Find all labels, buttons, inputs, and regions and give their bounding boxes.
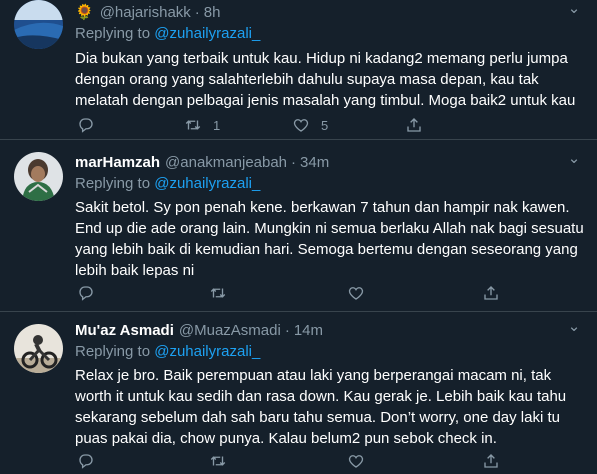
chevron-down-icon[interactable]: ⌄ bbox=[565, 1, 583, 18]
tweet-header: Mu'az Asmadi @MuazAsmadi · 14m bbox=[75, 320, 323, 340]
mention-link[interactable]: @zuhailyrazali_ bbox=[154, 175, 260, 192]
tweet-actions: 1 5 bbox=[75, 115, 505, 135]
timeline: 🌻 @hajarishakk · 8h ⌄ Replying to @zuhai… bbox=[0, 0, 597, 474]
tweet-text: Dia bukan yang terbaik untuk kau. Hidup … bbox=[75, 50, 576, 109]
chevron-down-icon[interactable]: ⌄ bbox=[565, 319, 583, 336]
tweet-actions bbox=[75, 283, 505, 303]
mention-link[interactable]: @zuhailyrazali_ bbox=[154, 25, 260, 42]
timestamp[interactable]: 34m bbox=[300, 154, 329, 171]
like-button[interactable]: 5 bbox=[292, 115, 328, 135]
sunflower-emoji: 🌻 bbox=[75, 3, 94, 21]
reply-icon bbox=[79, 454, 93, 469]
heart-icon bbox=[348, 287, 364, 300]
display-name[interactable]: Mu'az Asmadi bbox=[75, 322, 174, 339]
tweet-text: Sakit betol. Sy pon penah kene. berkawan… bbox=[75, 199, 584, 279]
reply-icon bbox=[79, 286, 93, 301]
retweet-button[interactable]: 1 bbox=[184, 115, 220, 135]
tweet-text: Relax je bro. Baik perempuan atau laki y… bbox=[75, 367, 567, 447]
chevron-down-icon[interactable]: ⌄ bbox=[565, 151, 583, 168]
reply-button[interactable] bbox=[77, 283, 95, 303]
like-button[interactable] bbox=[347, 283, 376, 303]
retweet-icon bbox=[210, 288, 226, 298]
mention-link[interactable]: @zuhailyrazali_ bbox=[154, 343, 260, 360]
replying-prefix: Replying to bbox=[75, 175, 155, 192]
timestamp[interactable]: 8h bbox=[204, 4, 221, 21]
user-handle[interactable]: @hajarishakk bbox=[100, 4, 191, 21]
like-count: 5 bbox=[321, 117, 329, 133]
share-button[interactable] bbox=[482, 283, 500, 303]
tweet[interactable]: Mu'az Asmadi @MuazAsmadi · 14m ⌄ Replyin… bbox=[0, 312, 597, 474]
tweet-header: 🌻 @hajarishakk · 8h bbox=[75, 2, 220, 22]
reply-button[interactable] bbox=[77, 451, 95, 471]
tweet-actions bbox=[75, 451, 505, 471]
tweet[interactable]: 🌻 @hajarishakk · 8h ⌄ Replying to @zuhai… bbox=[0, 0, 597, 140]
replying-to: Replying to @zuhailyrazali_ bbox=[75, 343, 260, 360]
like-button[interactable] bbox=[347, 451, 376, 471]
retweet-count: 1 bbox=[213, 117, 221, 133]
retweet-button[interactable] bbox=[209, 283, 238, 303]
heart-icon bbox=[293, 119, 309, 132]
share-button[interactable] bbox=[405, 115, 423, 135]
replying-to: Replying to @zuhailyrazali_ bbox=[75, 175, 260, 192]
tweet-header: marHamzah @anakmanjeabah · 34m bbox=[75, 152, 329, 172]
replying-prefix: Replying to bbox=[75, 25, 155, 42]
reply-icon bbox=[79, 118, 93, 133]
timestamp[interactable]: 14m bbox=[294, 322, 323, 339]
user-handle[interactable]: @MuazAsmadi bbox=[179, 322, 281, 339]
share-icon bbox=[407, 118, 421, 132]
reply-button[interactable] bbox=[77, 115, 95, 135]
separator-dot: · bbox=[291, 153, 297, 171]
share-button[interactable] bbox=[482, 451, 500, 471]
replying-prefix: Replying to bbox=[75, 343, 155, 360]
share-icon bbox=[484, 286, 498, 300]
display-name[interactable]: marHamzah bbox=[75, 154, 160, 171]
separator-dot: · bbox=[284, 321, 290, 339]
retweet-icon bbox=[185, 120, 201, 130]
tweet[interactable]: marHamzah @anakmanjeabah · 34m ⌄ Replyin… bbox=[0, 140, 597, 312]
retweet-icon bbox=[210, 456, 226, 466]
share-icon bbox=[484, 454, 498, 468]
avatar[interactable] bbox=[14, 152, 63, 201]
avatar[interactable] bbox=[14, 0, 63, 49]
user-handle[interactable]: @anakmanjeabah bbox=[165, 154, 287, 171]
separator-dot: · bbox=[194, 3, 200, 21]
replying-to: Replying to @zuhailyrazali_ bbox=[75, 25, 260, 42]
avatar[interactable] bbox=[14, 324, 63, 373]
retweet-button[interactable] bbox=[209, 451, 238, 471]
heart-icon bbox=[348, 455, 364, 468]
